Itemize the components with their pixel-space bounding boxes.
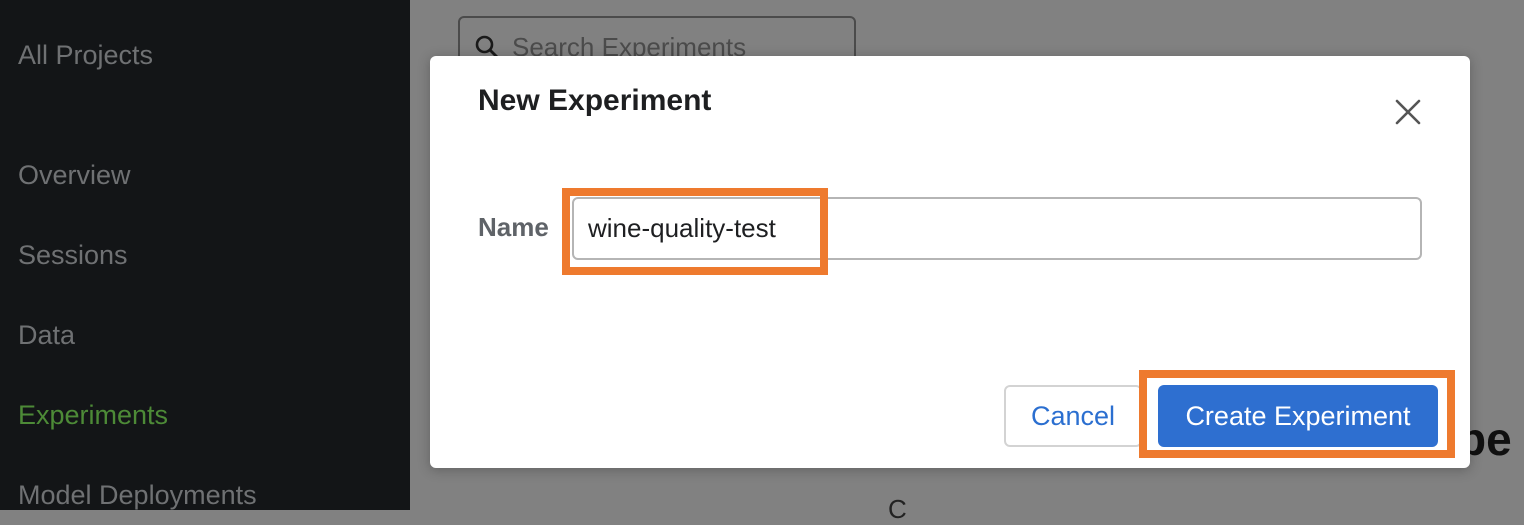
cancel-button[interactable]: Cancel xyxy=(1004,385,1142,447)
sidebar-item-overview[interactable]: Overview xyxy=(18,160,131,191)
sidebar-item-experiments[interactable]: Experiments xyxy=(18,400,168,431)
experiment-name-input[interactable] xyxy=(572,197,1422,260)
new-experiment-modal: New Experiment Name Cancel Create Experi… xyxy=(430,56,1470,468)
sidebar-item-data[interactable]: Data xyxy=(18,320,75,351)
sidebar: All Projects Overview Sessions Data Expe… xyxy=(0,0,410,510)
sidebar-item-all-projects[interactable]: All Projects xyxy=(18,40,153,71)
create-experiment-button[interactable]: Create Experiment xyxy=(1158,385,1438,447)
sidebar-item-sessions[interactable]: Sessions xyxy=(18,240,128,271)
sidebar-item-model-deployments[interactable]: Model Deployments xyxy=(18,480,257,511)
name-label: Name xyxy=(478,212,549,242)
close-icon[interactable] xyxy=(1392,96,1424,128)
modal-title: New Experiment xyxy=(478,84,712,117)
